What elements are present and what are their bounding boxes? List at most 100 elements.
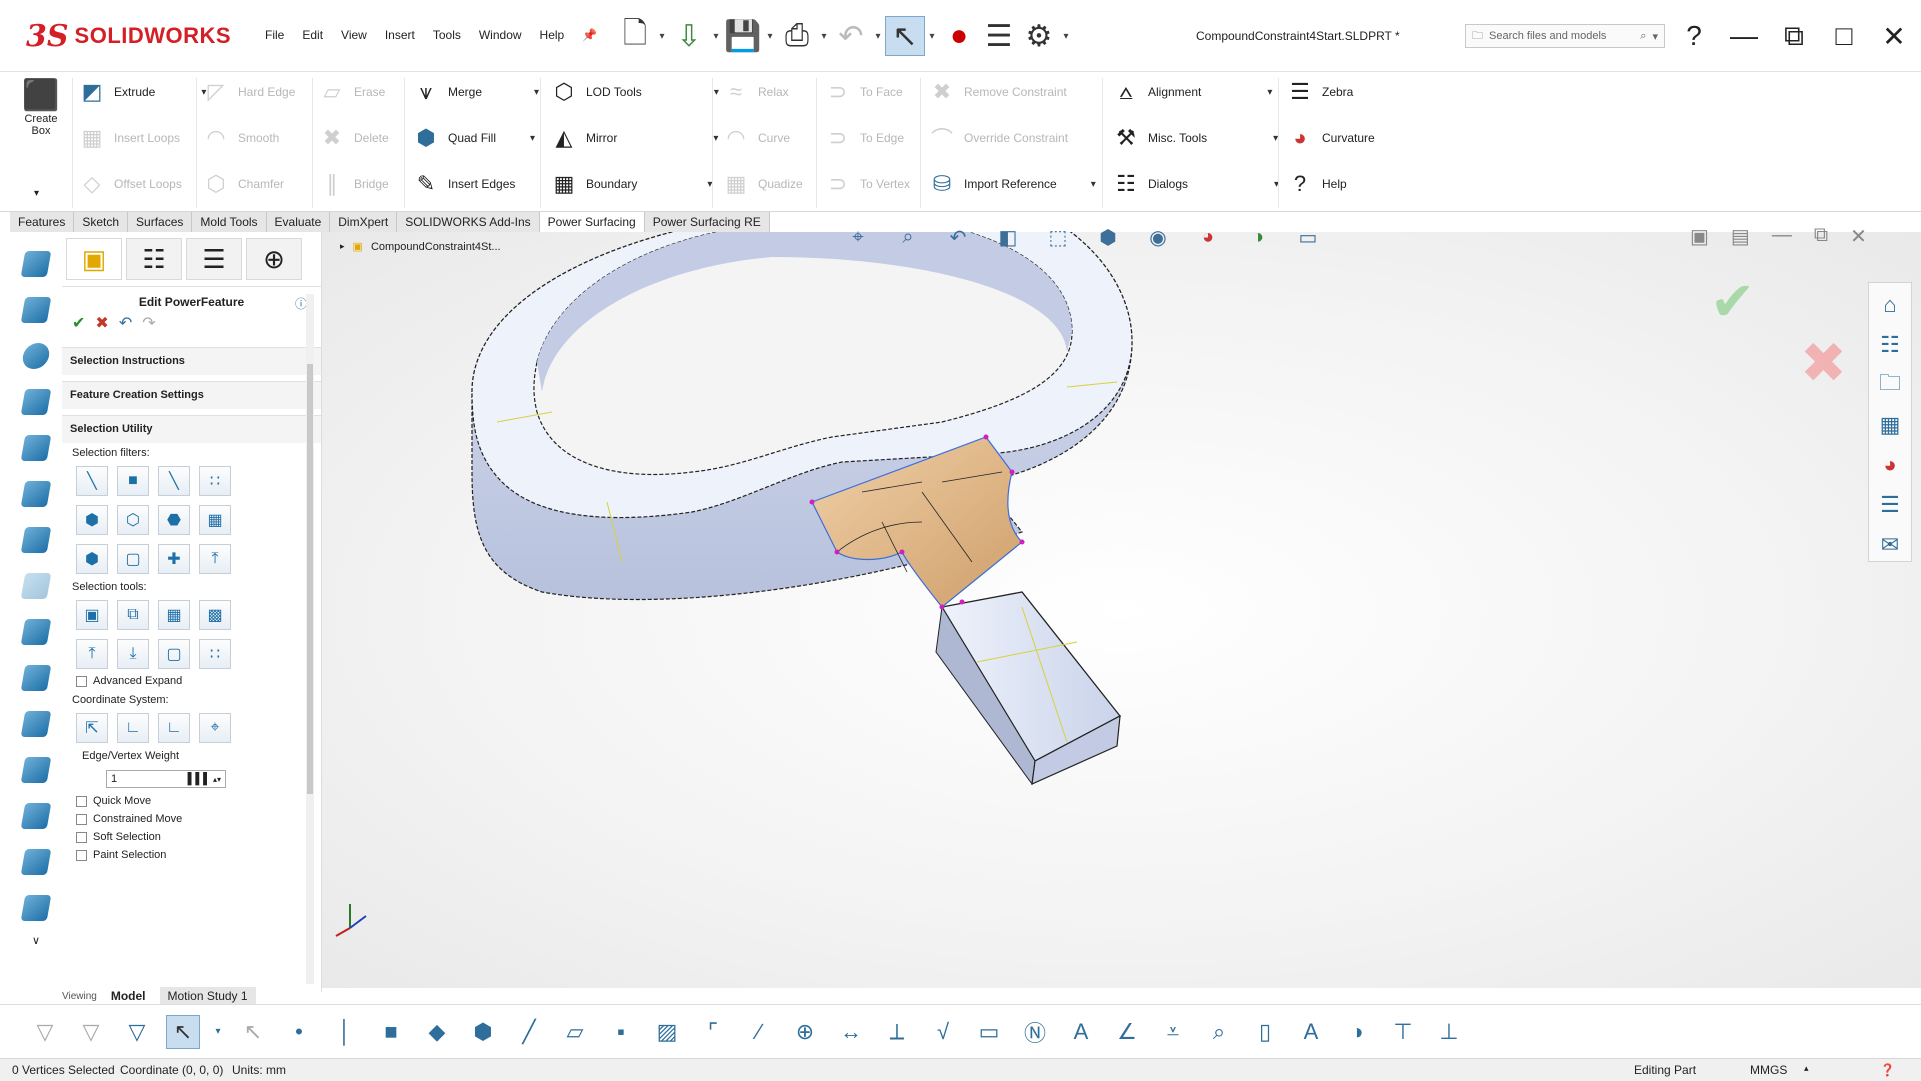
feature-tree-flyout[interactable]: ▸ ▣ CompoundConstraint4St... <box>340 240 501 254</box>
extrude-button[interactable]: ◩ Extrude ▾ <box>76 76 207 108</box>
surface-tool-1-button[interactable] <box>16 244 56 284</box>
mirror-dropdown-icon[interactable]: ▾ <box>713 133 718 144</box>
tab-dimxpert[interactable]: DimXpert <box>330 212 398 232</box>
zoom-to-fit-icon[interactable]: ⌖ <box>840 222 876 252</box>
pin-icon[interactable]: 📌 <box>582 28 597 42</box>
select-invert-icon[interactable]: ▢ <box>158 639 190 669</box>
viewport-close-icon[interactable]: ✕ <box>1850 224 1867 249</box>
bridge-button[interactable]: ∥ Bridge <box>316 168 389 200</box>
custom-properties-icon[interactable]: ☰ <box>1872 487 1908 523</box>
viewport-restore-icon[interactable]: ⧉ <box>1814 224 1828 249</box>
filter-surface-bodies-icon[interactable]: ◆ <box>420 1015 454 1049</box>
menu-file[interactable]: File <box>265 28 284 42</box>
pointer-select-icon[interactable]: ↖ <box>166 1014 200 1049</box>
filter-lift-icon[interactable]: ⤒ <box>199 544 231 574</box>
tab-sketch[interactable]: Sketch <box>74 212 129 232</box>
zebra-button[interactable]: ☰ Zebra <box>1284 76 1375 108</box>
filter-planes-icon[interactable]: ▱ <box>558 1015 592 1049</box>
filter-surface-finish-icon[interactable]: ⟂ <box>880 1015 914 1049</box>
view-palette-icon[interactable]: ▦ <box>1872 407 1908 443</box>
section-selection-utility[interactable]: Selection Utility∧ <box>62 415 321 443</box>
new-dropdown-icon[interactable]: ▾ <box>655 31 669 42</box>
unit-system-dropdown-icon[interactable]: ▴ <box>1804 1063 1809 1074</box>
maximize-icon[interactable]: □ <box>1826 18 1862 54</box>
section-feature-creation-settings[interactable]: Feature Creation Settings∨ <box>62 381 321 409</box>
select-all-icon[interactable]: ▣ <box>76 600 108 630</box>
undo-icon[interactable]: ↶ <box>831 16 871 56</box>
filter-notes-icon[interactable]: ▭ <box>972 1015 1006 1049</box>
select-ring-up-icon[interactable]: ⤒ <box>76 639 108 669</box>
remove-constraint-button[interactable]: ✖ Remove Constraint <box>926 76 1096 108</box>
surface-tool-9-button[interactable] <box>16 612 56 652</box>
filter-cosmetic-threads-icon[interactable]: ⌕ <box>1202 1015 1236 1049</box>
filter-points-icon[interactable]: ∷ <box>199 466 231 496</box>
menu-insert[interactable]: Insert <box>385 28 415 42</box>
menu-view[interactable]: View <box>341 28 367 42</box>
surface-tool-12-button[interactable] <box>16 750 56 790</box>
import-reference-dropdown-icon[interactable]: ▾ <box>1091 179 1096 190</box>
pointer-dropdown-icon[interactable]: ▾ <box>212 1015 224 1049</box>
tab-motion-study[interactable]: Motion Study 1 <box>159 987 256 1005</box>
select-loop-icon[interactable]: ⧉ <box>117 600 149 630</box>
open-document-icon[interactable]: ⇩ <box>669 16 709 56</box>
tree-root-label[interactable]: CompoundConstraint4St... <box>371 241 501 253</box>
print-icon[interactable]: ⎙ <box>777 16 817 56</box>
filter-points-bottom-icon[interactable]: • <box>282 1015 316 1049</box>
insert-loops-button[interactable]: ▦ Insert Loops <box>76 122 206 154</box>
previous-view-icon[interactable]: ↶ <box>940 222 976 252</box>
smooth-button[interactable]: ◠ Smooth <box>200 122 295 154</box>
help-icon[interactable]: ? <box>1676 18 1712 54</box>
search-box[interactable]: 🗀 Search files and models ⌕ ▾ <box>1465 24 1665 48</box>
filter-edges-bottom-icon[interactable]: │ <box>328 1015 362 1049</box>
open-dropdown-icon[interactable]: ▾ <box>709 31 723 42</box>
redo-icon[interactable]: ↷ <box>142 313 155 333</box>
section-selection-instructions[interactable]: Selection Instructions∨ <box>62 347 321 375</box>
save-dropdown-icon[interactable]: ▾ <box>763 31 777 42</box>
quick-move-checkbox[interactable]: Quick Move <box>62 792 321 810</box>
to-vertex-button[interactable]: ⊃ To Vertex <box>822 168 910 200</box>
select-scatter-icon[interactable]: ∷ <box>199 639 231 669</box>
surface-tool-2-button[interactable] <box>16 290 56 330</box>
filter-body-faces-icon[interactable]: ⬣ <box>158 505 190 535</box>
chamfer-button[interactable]: ⬡ Chamfer <box>200 168 295 200</box>
property-manager-tab-icon[interactable]: ☷ <box>126 238 182 280</box>
coord-custom-icon[interactable]: ⌖ <box>199 713 231 743</box>
filter-outline-icon[interactable]: ▢ <box>117 544 149 574</box>
filter-dimensions-icon[interactable]: ↔ <box>834 1015 868 1049</box>
panel-scroll-thumb[interactable] <box>307 364 313 794</box>
restore-split-icon[interactable]: ⧉ <box>1776 18 1812 54</box>
curve-button[interactable]: ◠ Curve <box>720 122 803 154</box>
viewport-tile-right-icon[interactable]: ▤ <box>1731 224 1750 249</box>
search-input[interactable]: Search files and models <box>1489 30 1634 42</box>
ok-check-icon[interactable]: ✔ <box>72 313 85 333</box>
help-button[interactable]: ? Help <box>1284 168 1375 200</box>
apply-scene-icon[interactable]: ◑ <box>1240 222 1276 252</box>
file-explorer-icon[interactable]: 🗀 <box>1872 367 1908 403</box>
print-dropdown-icon[interactable]: ▾ <box>817 31 831 42</box>
clear-filters-icon[interactable]: ▽ <box>74 1015 108 1049</box>
select-ring-down-icon[interactable]: ⤓ <box>117 639 149 669</box>
search-dropdown-icon[interactable]: ▾ <box>1652 30 1658 43</box>
surface-tool-4-button[interactable] <box>16 382 56 422</box>
to-edge-button[interactable]: ⊃ To Edge <box>822 122 910 154</box>
paint-selection-checkbox[interactable]: Paint Selection <box>62 846 321 864</box>
panel-scrollbar[interactable] <box>306 294 314 984</box>
edit-appearance-icon[interactable]: ◕ <box>1190 222 1226 252</box>
delete-button[interactable]: ✖ Delete <box>316 122 389 154</box>
new-document-icon[interactable]: 🗋 <box>615 16 655 56</box>
select-dropdown-icon[interactable]: ▾ <box>925 31 939 42</box>
minimize-icon[interactable]: — <box>1726 18 1762 54</box>
surface-tool-8-button[interactable] <box>16 566 56 606</box>
surface-tool-7-button[interactable] <box>16 520 56 560</box>
create-box-button[interactable]: ⬛ Create Box <box>18 78 64 137</box>
filter-weld-icon[interactable]: A <box>1064 1015 1098 1049</box>
filter-datum-features-icon[interactable]: ∠ <box>1110 1015 1144 1049</box>
tab-surfaces[interactable]: Surfaces <box>128 212 193 232</box>
relax-button[interactable]: ≈ Relax <box>720 76 803 108</box>
view-orientation-icon[interactable]: ⬚ <box>1040 222 1076 252</box>
select-all-filters-icon[interactable]: ▽ <box>120 1015 154 1049</box>
file-properties-icon[interactable]: ☰ <box>979 16 1019 56</box>
ribbon-expand-icon[interactable]: ▾ <box>34 188 39 199</box>
boundary-button[interactable]: ▦ Boundary ▾ <box>548 168 719 200</box>
weight-slider-icon[interactable]: ▐▐▐ <box>184 773 207 785</box>
